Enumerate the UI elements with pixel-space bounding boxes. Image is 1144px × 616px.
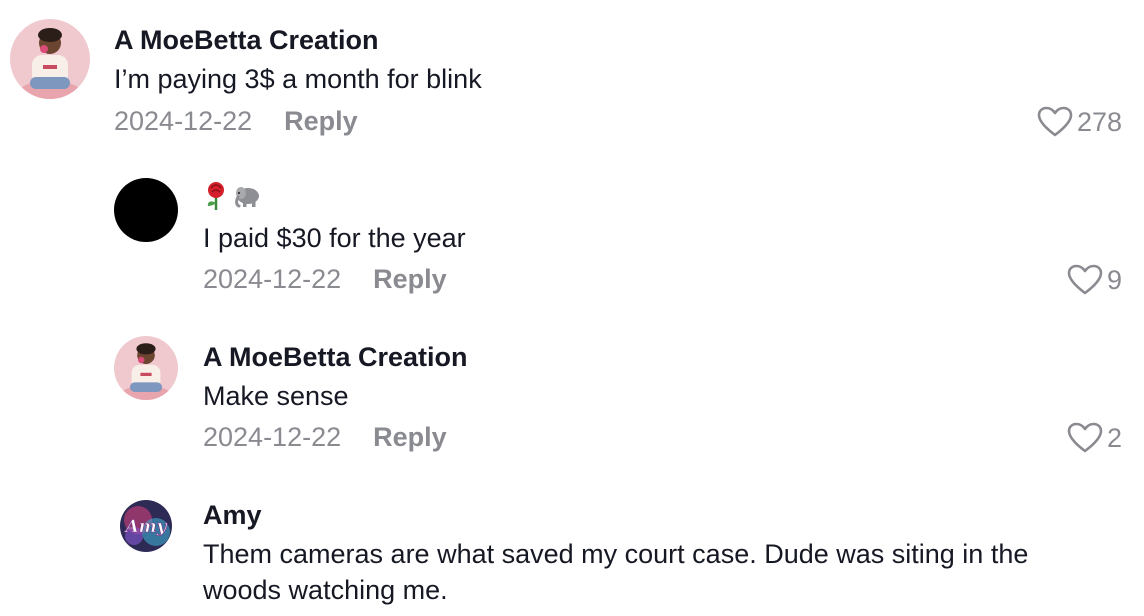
- like-button[interactable]: 9: [1067, 264, 1122, 296]
- reply-button[interactable]: Reply: [373, 424, 447, 451]
- avatar[interactable]: [10, 19, 90, 99]
- like-count: 2: [1106, 422, 1122, 453]
- username-emojis[interactable]: [203, 181, 261, 211]
- reply-button[interactable]: Reply: [373, 266, 447, 293]
- rose-icon: [207, 182, 224, 210]
- like-count: 9: [1106, 264, 1122, 295]
- heart-icon: [1067, 422, 1103, 453]
- comment-text: I’m paying 3$ a month for blink: [114, 64, 482, 94]
- comment-meta: 2024-12-22 Reply: [114, 108, 358, 135]
- heart-icon: [1037, 106, 1073, 137]
- avatar[interactable]: Amy: [114, 494, 178, 558]
- comment-text: Make sense: [203, 381, 349, 411]
- heart-icon: [1067, 264, 1103, 295]
- like-button[interactable]: 2: [1067, 422, 1122, 454]
- avatar[interactable]: [114, 336, 178, 400]
- comment-username[interactable]: A MoeBetta Creation: [114, 27, 379, 54]
- comment-meta: 2024-12-22 Reply: [203, 424, 447, 451]
- elephant-icon: [235, 187, 259, 208]
- comment-username[interactable]: A MoeBetta Creation: [203, 344, 468, 371]
- comment-meta: 2024-12-22 Reply: [203, 266, 447, 293]
- like-button[interactable]: 278: [1037, 106, 1122, 138]
- avatar[interactable]: [114, 178, 178, 242]
- comment-text: I paid $30 for the year: [203, 223, 466, 253]
- avatar-text: Amy: [123, 517, 167, 537]
- comment-date: 2024-12-22: [203, 264, 342, 294]
- reply-button[interactable]: Reply: [284, 108, 358, 135]
- comment-username[interactable]: Amy: [203, 502, 262, 529]
- comment-date: 2024-12-22: [114, 106, 253, 136]
- comment-date: 2024-12-22: [203, 422, 342, 452]
- like-count: 278: [1076, 106, 1122, 137]
- comment-text: Them cameras are what saved my court cas…: [203, 539, 1029, 605]
